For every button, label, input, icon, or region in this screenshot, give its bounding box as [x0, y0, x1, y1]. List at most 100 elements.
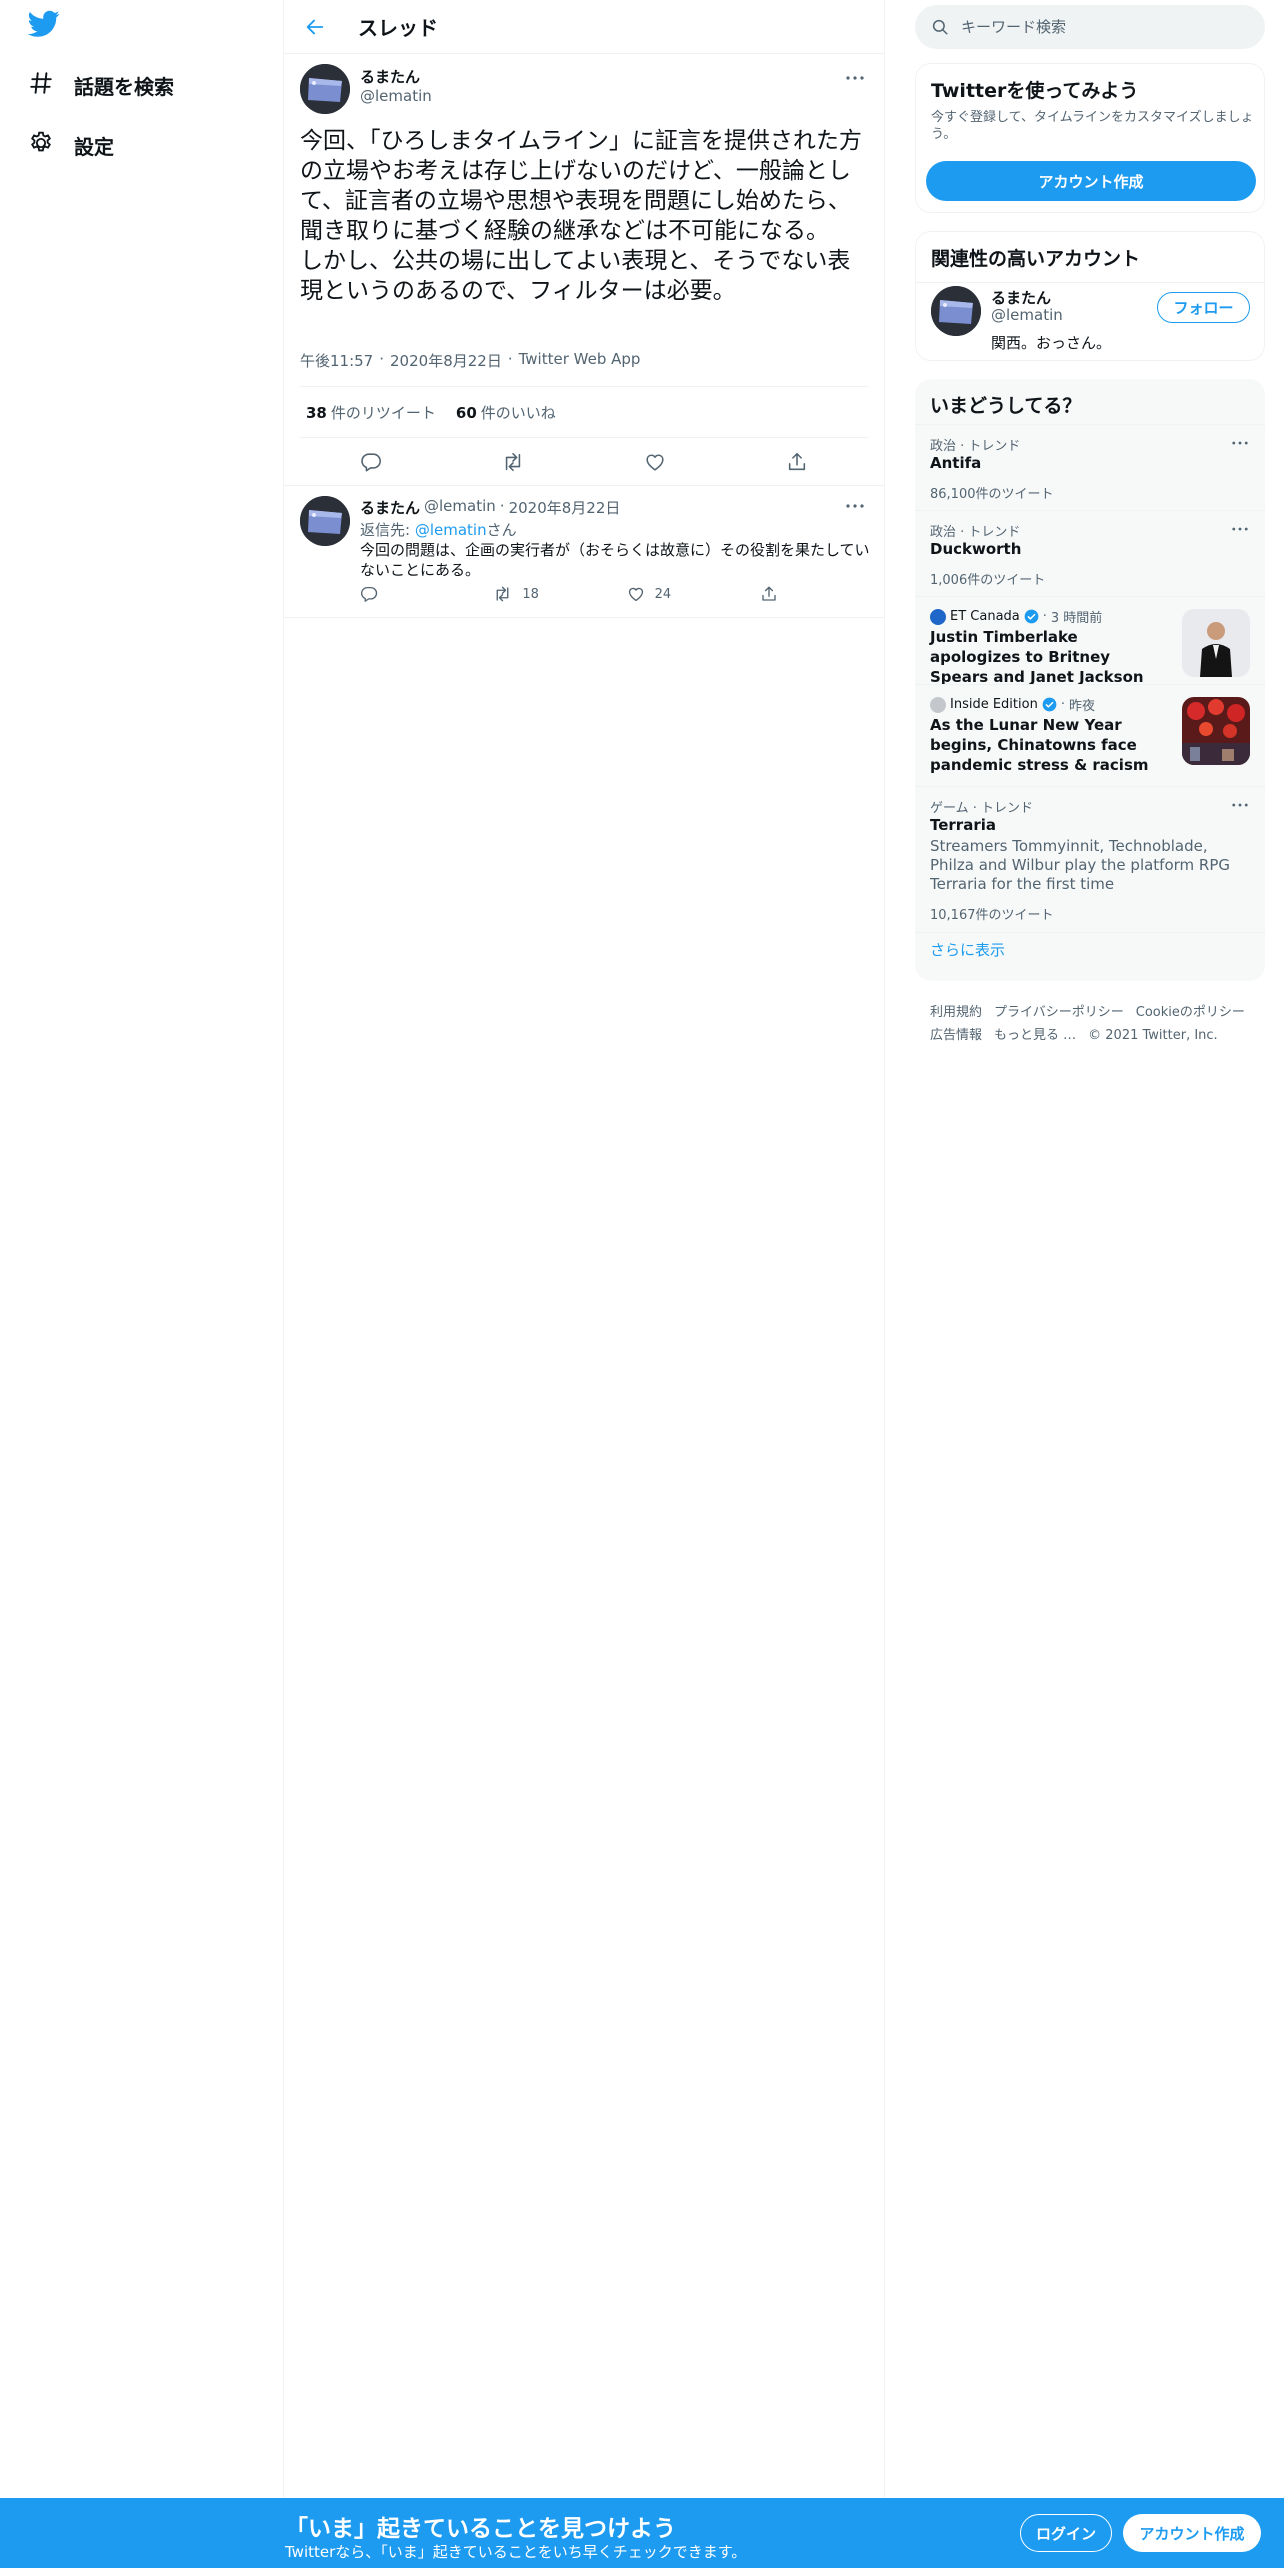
- avatar[interactable]: [300, 64, 350, 114]
- trend-count: 1,006件のツイート: [930, 573, 1046, 588]
- author-name[interactable]: るまたん: [360, 66, 420, 87]
- footer-link-terms[interactable]: 利用規約: [930, 1001, 982, 1024]
- banner-subtitle: Twitterなら、「いま」起きていることをいち早くチェックできます。: [285, 2543, 747, 2561]
- account-name[interactable]: るまたん: [991, 287, 1051, 308]
- author-name[interactable]: るまたん: [360, 497, 420, 518]
- like-count: 60: [455, 403, 477, 422]
- separator-dot: ·: [1042, 609, 1047, 624]
- account-handle[interactable]: @lematin: [991, 306, 1063, 324]
- heart-icon: [628, 587, 643, 602]
- author-handle[interactable]: @lematin: [360, 87, 432, 105]
- footer-link-ads[interactable]: 広告情報: [930, 1024, 982, 1047]
- nav-settings[interactable]: 設定: [28, 121, 114, 169]
- more-options-button[interactable]: [842, 496, 868, 516]
- separator-dot: ·: [507, 350, 513, 368]
- trend-count: 10,167件のツイート: [930, 908, 1054, 923]
- replying-mention[interactable]: @lematin: [415, 521, 487, 539]
- reply-tweet[interactable]: るまたん @lematin · 2020年8月22日 返信先: @lematin…: [284, 486, 884, 618]
- divider: [915, 932, 1265, 933]
- separator-dot: ·: [1060, 697, 1065, 712]
- retweets-stat[interactable]: 38 件のリツイート: [306, 402, 436, 423]
- create-account-button[interactable]: アカウント作成: [926, 161, 1256, 201]
- signup-banner: 「いま」起きていることを見つけよう Twitterなら、「いま」起きていることを…: [0, 2498, 1284, 2568]
- footer-link-cookies[interactable]: Cookieのポリシー: [1136, 1001, 1245, 1024]
- nav-settings-label: 設定: [74, 134, 114, 159]
- more-options-button[interactable]: [1227, 519, 1253, 539]
- trend-item[interactable]: 政治 · トレンド Antifa 86,100件のツイート: [915, 424, 1265, 510]
- like-button[interactable]: 24: [627, 582, 717, 606]
- tweet-stats: 38 件のリツイート 60 件のいいね: [300, 386, 868, 438]
- signup-title: Twitterを使ってみよう: [931, 80, 1139, 102]
- trend-name: Antifa: [930, 454, 982, 472]
- more-options-button[interactable]: [1227, 795, 1253, 815]
- tweet-meta: 午後11:57 · 2020年8月22日 · Twitter Web App: [300, 350, 640, 371]
- back-button[interactable]: [298, 10, 332, 44]
- twitter-bird-icon[interactable]: [28, 10, 64, 46]
- tweet-actions: [300, 438, 868, 486]
- reply-button[interactable]: [360, 582, 450, 606]
- more-options-button[interactable]: [1227, 433, 1253, 453]
- news-headline: Justin Timberlake apologizes to Britney …: [930, 628, 1144, 686]
- search-input[interactable]: [961, 18, 1241, 36]
- news-source: ET Canada: [950, 609, 1020, 624]
- signup-card: Twitterを使ってみよう 今すぐ登録して、タイムラインをカスタマイズしましょ…: [915, 63, 1265, 213]
- left-navigation: 話題を検索 設定: [0, 0, 284, 2498]
- avatar[interactable]: [931, 286, 981, 336]
- retweet-count: 18: [522, 586, 539, 602]
- follow-button[interactable]: フォロー: [1157, 292, 1250, 323]
- signup-button[interactable]: アカウント作成: [1123, 2514, 1261, 2552]
- footer-link-more[interactable]: もっと見る …: [994, 1024, 1076, 1047]
- tweet-time[interactable]: 午後11:57: [300, 350, 373, 371]
- account-bio: 関西。おっさん。: [991, 334, 1112, 352]
- search-box[interactable]: [915, 5, 1265, 49]
- like-button[interactable]: [638, 445, 672, 479]
- retweet-button[interactable]: 18: [493, 582, 583, 606]
- related-accounts-card: 関連性の高いアカウント るまたん @lematin 関西。おっさん。 フォロー: [915, 231, 1265, 361]
- heart-icon: [646, 454, 664, 471]
- trend-item[interactable]: 政治 · トレンド Duckworth 1,006件のツイート: [915, 510, 1265, 596]
- retweet-button[interactable]: [496, 445, 530, 479]
- thread-header: スレッド: [284, 0, 884, 54]
- reply-icon: [361, 586, 378, 602]
- copyright: © 2021 Twitter, Inc.: [1088, 1028, 1218, 1043]
- more-dots-icon: [846, 504, 864, 508]
- news-time: 3 時間前: [1050, 611, 1103, 626]
- likes-stat[interactable]: 60 件のいいね: [456, 402, 556, 423]
- share-button[interactable]: [760, 582, 800, 606]
- more-dots-icon: [1232, 441, 1248, 445]
- reply-button[interactable]: [354, 445, 388, 479]
- show-more-link[interactable]: さらに表示: [930, 939, 1005, 960]
- trend-item[interactable]: ゲーム · トレンド Terraria Streamers Tommyinnit…: [915, 786, 1265, 932]
- trend-name: Terraria: [930, 816, 996, 834]
- trend-description: Streamers Tommyinnit, Technoblade, Philz…: [930, 837, 1231, 893]
- login-button[interactable]: ログイン: [1020, 2514, 1112, 2552]
- trend-name: Duckworth: [930, 540, 1022, 558]
- verified-badge-icon: [1042, 697, 1057, 712]
- tweet-date[interactable]: 2020年8月22日: [390, 350, 502, 371]
- news-item[interactable]: Inside Edition · 昨夜 As the Lunar New Yea…: [915, 684, 1265, 786]
- more-dots-icon: [1232, 803, 1248, 807]
- share-button[interactable]: [780, 445, 814, 479]
- signup-subtitle: 今すぐ登録して、タイムラインをカスタマイズしましょう。: [931, 110, 1254, 142]
- retweet-count: 38: [306, 403, 327, 422]
- nav-explore[interactable]: 話題を検索: [28, 61, 174, 109]
- reply-text: 今回の問題は、企画の実行者が（おそらくは故意に）その役割を果たしていないことにあ…: [360, 541, 870, 579]
- share-icon: [788, 452, 806, 471]
- avatar[interactable]: [300, 496, 350, 546]
- more-options-button[interactable]: [842, 68, 868, 88]
- gear-icon: [28, 130, 58, 160]
- author-handle[interactable]: @lematin: [424, 497, 496, 518]
- share-icon: [762, 586, 776, 601]
- like-count: 24: [654, 586, 672, 602]
- news-item[interactable]: ET Canada · 3 時間前 Justin Timberlake apol…: [915, 596, 1265, 686]
- tweet-source[interactable]: Twitter Web App: [519, 350, 641, 371]
- news-source-line: Inside Edition · 昨夜: [930, 695, 1095, 714]
- replying-to: 返信先: @lematinさん: [360, 519, 517, 540]
- news-source: Inside Edition: [950, 697, 1038, 712]
- reply-icon: [361, 453, 381, 472]
- search-icon: [932, 19, 948, 35]
- footer-link-privacy[interactable]: プライバシーポリシー: [994, 1001, 1124, 1024]
- divider: [916, 282, 1264, 283]
- reply-date[interactable]: 2020年8月22日: [509, 497, 621, 518]
- footer-links: 利用規約 プライバシーポリシー Cookieのポリシー 広告情報 もっと見る … © 2…: [930, 1001, 1260, 1047]
